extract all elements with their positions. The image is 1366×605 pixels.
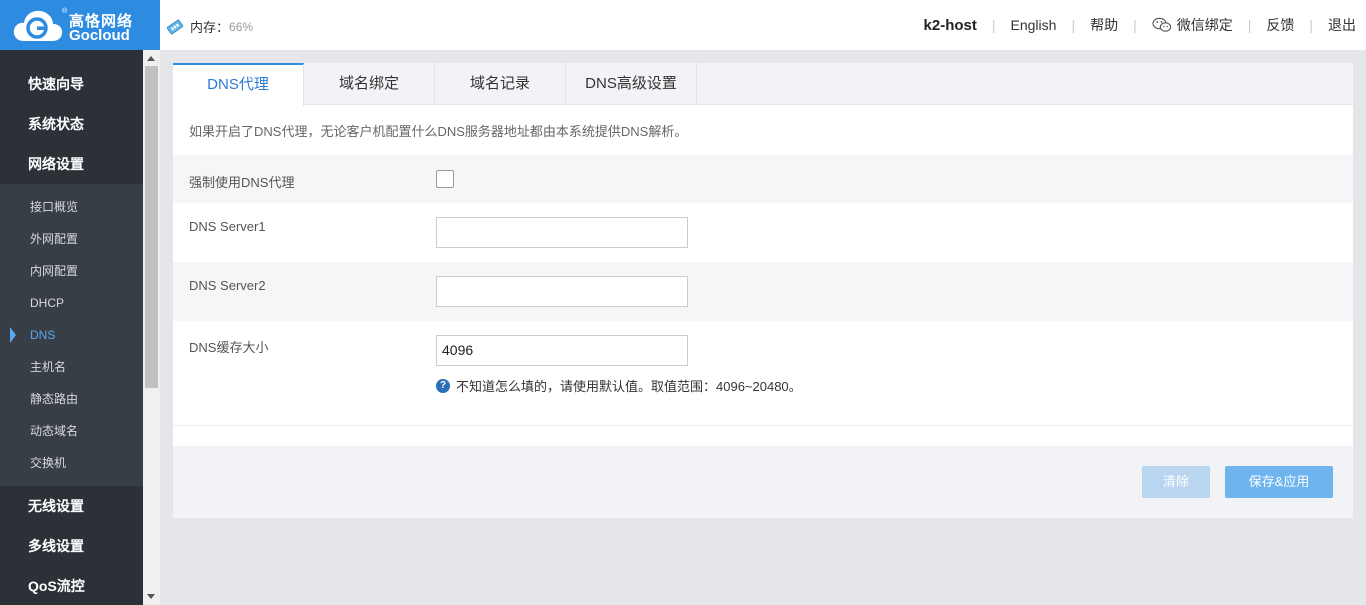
tab-dns-proxy[interactable]: DNS代理: [173, 63, 304, 106]
memory-chip-icon: [166, 19, 184, 34]
sidebar-item-system-status[interactable]: 系统状态: [0, 104, 143, 144]
dns-server2-label: DNS Server2: [189, 278, 266, 293]
sidebar-subitem-lan[interactable]: 内网配置: [0, 255, 143, 287]
nav-divider: |: [1309, 17, 1313, 33]
brand-logo[interactable]: ® 高恪网络 Gocloud: [0, 0, 160, 50]
sidebar-submenu: 接口概览 外网配置 内网配置 DHCP DNS 主机名 静态路由 动态域名 交换…: [0, 184, 143, 486]
sidebar-subitem-ddns[interactable]: 动态域名: [0, 415, 143, 447]
sidebar-subitem-hostname[interactable]: 主机名: [0, 351, 143, 383]
force-dns-checkbox[interactable]: [436, 170, 454, 188]
nav-divider: |: [1071, 17, 1076, 33]
header: ® 高恪网络 Gocloud 内存： 66% k2-host | English…: [0, 0, 1366, 50]
memory-value: 66%: [229, 19, 254, 34]
brand-name-en: Gocloud: [69, 27, 130, 44]
hostname: k2-host: [923, 16, 977, 34]
force-dns-row: 强制使用DNS代理: [173, 155, 1353, 203]
dns-cache-row: DNS缓存大小 4096 ? 不知道怎么填的，请使用默认值。取值范围：4096~…: [173, 321, 1353, 426]
nav-divider: |: [991, 17, 996, 33]
dns-cache-hint: ? 不知道怎么填的，请使用默认值。取值范围：4096~20480。: [436, 376, 802, 395]
nav-divider: |: [1133, 17, 1137, 33]
sidebar-subitem-switch[interactable]: 交换机: [0, 447, 143, 479]
sidebar-item-quick-wizard[interactable]: 快速向导: [0, 64, 143, 104]
dns-cache-label: DNS缓存大小: [189, 340, 269, 355]
dns-server1-label: DNS Server1: [189, 219, 266, 234]
help-link[interactable]: 帮助: [1090, 15, 1118, 35]
tab-bar: DNS代理 域名绑定 域名记录 DNS高级设置: [173, 63, 1353, 106]
feedback-link[interactable]: 反馈: [1266, 15, 1294, 35]
dns-server1-row: DNS Server1: [173, 203, 1353, 262]
dns-cache-input[interactable]: 4096: [436, 335, 688, 366]
dns-panel: DNS代理 域名绑定 域名记录 DNS高级设置 如果开启了DNS代理，无论客户机…: [173, 63, 1353, 518]
scroll-down-arrow-icon[interactable]: [147, 594, 155, 599]
sidebar-item-qos[interactable]: QoS流控: [0, 566, 143, 605]
force-dns-label: 强制使用DNS代理: [189, 175, 295, 190]
dns-cache-hint-text: 不知道怎么填的，请使用默认值。取值范围：4096~20480。: [456, 379, 802, 394]
sidebar-item-wireless[interactable]: 无线设置: [0, 486, 143, 526]
nav-divider: |: [1247, 17, 1252, 33]
dns-server2-row: DNS Server2: [173, 262, 1353, 321]
sidebar-subitem-static-route[interactable]: 静态路由: [0, 383, 143, 415]
question-icon: ?: [436, 378, 450, 393]
sidebar-item-multiline[interactable]: 多线设置: [0, 526, 143, 566]
scrollbar-thumb[interactable]: [145, 66, 158, 388]
dns-server2-input[interactable]: [436, 276, 688, 307]
save-apply-button[interactable]: 保存&应用: [1225, 466, 1333, 498]
scroll-up-arrow-icon[interactable]: [147, 56, 155, 61]
tab-domain-records[interactable]: 域名记录: [435, 63, 566, 105]
sidebar-item-network-settings[interactable]: 网络设置: [0, 144, 143, 184]
wechat-icon: [1152, 17, 1171, 32]
sidebar-subitem-dhcp[interactable]: DHCP: [0, 287, 143, 319]
memory-status: 内存： 66%: [166, 17, 253, 36]
cloud-logo-icon: [13, 10, 63, 42]
sidebar-subitem-wan[interactable]: 外网配置: [0, 223, 143, 255]
clear-button[interactable]: 清除: [1142, 466, 1210, 498]
dns-proxy-notice: 如果开启了DNS代理，无论客户机配置什么DNS服务器地址都由本系统提供DNS解析…: [189, 124, 688, 139]
sidebar-scrollbar[interactable]: [143, 50, 160, 605]
sidebar: 快速向导 系统状态 网络设置 接口概览 外网配置 内网配置 DHCP DNS 主…: [0, 50, 143, 605]
memory-label: 内存：: [190, 20, 230, 35]
top-nav: k2-host | English | 帮助 | 微信绑定 | 反馈 | 退出: [924, 0, 1356, 50]
language-link[interactable]: English: [1011, 17, 1057, 33]
tab-domain-binding[interactable]: 域名绑定: [304, 63, 435, 105]
logout-link[interactable]: 退出: [1328, 15, 1356, 35]
registered-mark: ®: [62, 8, 68, 15]
sidebar-subitem-dns[interactable]: DNS: [0, 319, 143, 351]
sidebar-subitem-interfaces[interactable]: 接口概览: [0, 191, 143, 223]
wechat-bind-label: 微信绑定: [1176, 17, 1233, 33]
form-footer: 清除 保存&应用: [173, 446, 1353, 518]
wechat-bind-link[interactable]: 微信绑定: [1152, 15, 1233, 35]
tab-dns-advanced[interactable]: DNS高级设置: [566, 63, 697, 105]
dns-server1-input[interactable]: [436, 217, 688, 248]
